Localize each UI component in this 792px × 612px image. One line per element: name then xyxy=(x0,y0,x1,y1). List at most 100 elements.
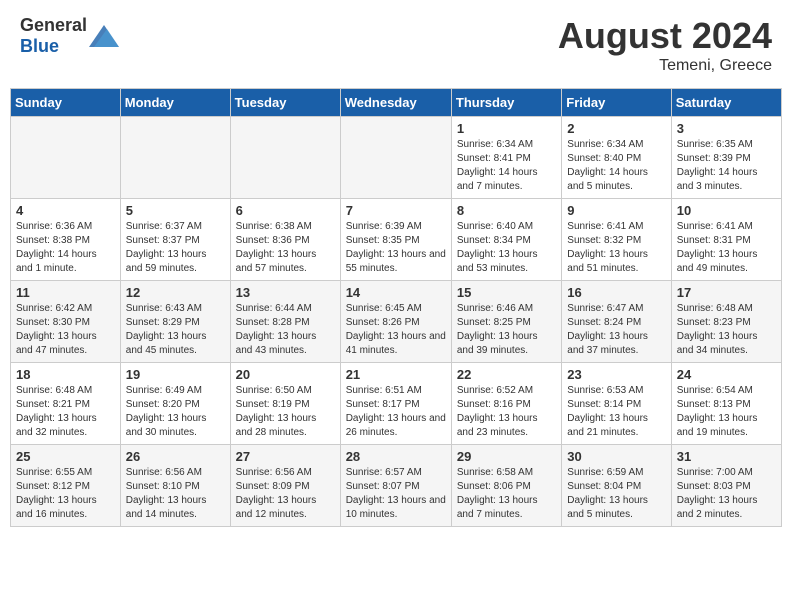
calendar-cell: 8Sunrise: 6:40 AMSunset: 8:34 PMDaylight… xyxy=(451,199,561,281)
day-number: 2 xyxy=(567,121,665,136)
day-number: 28 xyxy=(346,449,446,464)
calendar-header-thursday: Thursday xyxy=(451,89,561,117)
calendar-cell: 11 Sunrise: 6:42 AMSunset: 8:30 PMDayligh… xyxy=(11,281,121,363)
calendar-cell: 30Sunrise: 6:59 AMSunset: 8:04 PMDayligh… xyxy=(562,445,671,527)
day-number: 9 xyxy=(567,203,665,218)
calendar-cell: 24 Sunrise: 6:54 AMSunset: 8:13 PMDayligh… xyxy=(671,363,781,445)
day-number: 13 xyxy=(236,285,335,300)
calendar-cell xyxy=(120,117,230,199)
logo: General Blue xyxy=(20,15,119,57)
day-info: Sunrise: 6:52 AMSunset: 8:16 PMDaylight:… xyxy=(457,384,556,440)
calendar-body: 1 Sunrise: 6:34 AMSunset: 8:41 PMDaylight… xyxy=(11,117,782,527)
calendar-cell: 19Sunrise: 6:49 AMSunset: 8:20 PMDayligh… xyxy=(120,363,230,445)
day-number: 21 xyxy=(346,367,446,382)
day-number: 31 xyxy=(677,449,776,464)
day-info: Sunrise: 6:55 AMSunset: 8:12 PMDaylight:… xyxy=(16,466,115,522)
calendar-week-row: 1 Sunrise: 6:34 AMSunset: 8:41 PMDaylight… xyxy=(11,117,782,199)
day-info: Sunrise: 7:00 AMSunset: 8:03 PMDaylight:… xyxy=(677,466,776,522)
day-info: Sunrise: 6:56 AMSunset: 8:09 PMDaylight:… xyxy=(236,466,335,522)
day-number: 23 xyxy=(567,367,665,382)
day-number: 17 xyxy=(677,285,776,300)
day-info: Sunrise: 6:47 AMSunset: 8:24 PMDaylight:… xyxy=(567,302,665,358)
calendar-cell: 27 Sunrise: 6:56 AMSunset: 8:09 PMDayligh… xyxy=(230,445,340,527)
calendar-cell xyxy=(11,117,121,199)
day-info: Sunrise: 6:57 AMSunset: 8:07 PMDaylight:… xyxy=(346,466,446,522)
calendar-cell: 7 Sunrise: 6:39 AMSunset: 8:35 PMDaylight… xyxy=(340,199,451,281)
day-info: Sunrise: 6:35 AMSunset: 8:39 PMDaylight:… xyxy=(677,138,776,194)
page-header: General Blue August 2024 Temeni, Greece xyxy=(10,10,782,80)
day-info: Sunrise: 6:44 AMSunset: 8:28 PMDaylight:… xyxy=(236,302,335,358)
day-number: 3 xyxy=(677,121,776,136)
day-number: 20 xyxy=(236,367,335,382)
calendar-header-row: SundayMondayTuesdayWednesdayThursdayFrid… xyxy=(11,89,782,117)
day-number: 1 xyxy=(457,121,556,136)
calendar-cell: 15Sunrise: 6:46 AMSunset: 8:25 PMDayligh… xyxy=(451,281,561,363)
calendar-cell: 10 Sunrise: 6:41 AMSunset: 8:31 PMDayligh… xyxy=(671,199,781,281)
calendar-title: August 2024 xyxy=(558,15,772,57)
day-info: Sunrise: 6:50 AMSunset: 8:19 PMDaylight:… xyxy=(236,384,335,440)
calendar-header-sunday: Sunday xyxy=(11,89,121,117)
calendar-week-row: 11 Sunrise: 6:42 AMSunset: 8:30 PMDayligh… xyxy=(11,281,782,363)
day-info: Sunrise: 6:48 AMSunset: 8:23 PMDaylight:… xyxy=(677,302,776,358)
day-number: 29 xyxy=(457,449,556,464)
day-number: 7 xyxy=(346,203,446,218)
day-info: Sunrise: 6:39 AMSunset: 8:35 PMDaylight:… xyxy=(346,220,446,276)
logo-icon xyxy=(89,25,119,47)
calendar-cell: 23 Sunrise: 6:53 AMSunset: 8:14 PMDayligh… xyxy=(562,363,671,445)
calendar-cell: 9Sunrise: 6:41 AMSunset: 8:32 PMDaylight… xyxy=(562,199,671,281)
calendar-cell xyxy=(340,117,451,199)
day-number: 26 xyxy=(126,449,225,464)
calendar-cell: 14 Sunrise: 6:45 AMSunset: 8:26 PMDayligh… xyxy=(340,281,451,363)
calendar-cell: 16 Sunrise: 6:47 AMSunset: 8:24 PMDayligh… xyxy=(562,281,671,363)
calendar-cell: 5 Sunrise: 6:37 AMSunset: 8:37 PMDaylight… xyxy=(120,199,230,281)
day-info: Sunrise: 6:51 AMSunset: 8:17 PMDaylight:… xyxy=(346,384,446,440)
day-info: Sunrise: 6:54 AMSunset: 8:13 PMDaylight:… xyxy=(677,384,776,440)
day-info: Sunrise: 6:42 AMSunset: 8:30 PMDaylight:… xyxy=(16,302,115,358)
calendar-header-monday: Monday xyxy=(120,89,230,117)
calendar-cell: 22 Sunrise: 6:52 AMSunset: 8:16 PMDayligh… xyxy=(451,363,561,445)
day-info: Sunrise: 6:36 AMSunset: 8:38 PMDaylight:… xyxy=(16,220,115,276)
calendar-cell: 2 Sunrise: 6:34 AMSunset: 8:40 PMDaylight… xyxy=(562,117,671,199)
calendar-cell: 21 Sunrise: 6:51 AMSunset: 8:17 PMDayligh… xyxy=(340,363,451,445)
day-info: Sunrise: 6:53 AMSunset: 8:14 PMDaylight:… xyxy=(567,384,665,440)
calendar-cell: 1 Sunrise: 6:34 AMSunset: 8:41 PMDaylight… xyxy=(451,117,561,199)
day-info: Sunrise: 6:41 AMSunset: 8:31 PMDaylight:… xyxy=(677,220,776,276)
calendar-cell: 25Sunrise: 6:55 AMSunset: 8:12 PMDayligh… xyxy=(11,445,121,527)
day-number: 16 xyxy=(567,285,665,300)
day-number: 10 xyxy=(677,203,776,218)
calendar-cell: 31 Sunrise: 7:00 AMSunset: 8:03 PMDayligh… xyxy=(671,445,781,527)
day-info: Sunrise: 6:45 AMSunset: 8:26 PMDaylight:… xyxy=(346,302,446,358)
day-info: Sunrise: 6:56 AMSunset: 8:10 PMDaylight:… xyxy=(126,466,225,522)
calendar-cell: 18 Sunrise: 6:48 AMSunset: 8:21 PMDayligh… xyxy=(11,363,121,445)
title-block: August 2024 Temeni, Greece xyxy=(558,15,772,75)
day-number: 18 xyxy=(16,367,115,382)
day-number: 14 xyxy=(346,285,446,300)
day-number: 11 xyxy=(16,285,115,300)
calendar-cell: 3 Sunrise: 6:35 AMSunset: 8:39 PMDaylight… xyxy=(671,117,781,199)
day-number: 4 xyxy=(16,203,115,218)
day-info: Sunrise: 6:34 AMSunset: 8:40 PMDaylight:… xyxy=(567,138,665,194)
calendar-cell: 13 Sunrise: 6:44 AMSunset: 8:28 PMDayligh… xyxy=(230,281,340,363)
day-info: Sunrise: 6:37 AMSunset: 8:37 PMDaylight:… xyxy=(126,220,225,276)
day-info: Sunrise: 6:48 AMSunset: 8:21 PMDaylight:… xyxy=(16,384,115,440)
calendar-cell: 6Sunrise: 6:38 AMSunset: 8:36 PMDaylight… xyxy=(230,199,340,281)
calendar-cell: 28 Sunrise: 6:57 AMSunset: 8:07 PMDayligh… xyxy=(340,445,451,527)
day-number: 15 xyxy=(457,285,556,300)
calendar-subtitle: Temeni, Greece xyxy=(558,57,772,75)
logo-general-text: General xyxy=(20,15,87,35)
day-info: Sunrise: 6:34 AMSunset: 8:41 PMDaylight:… xyxy=(457,138,556,194)
day-info: Sunrise: 6:38 AMSunset: 8:36 PMDaylight:… xyxy=(236,220,335,276)
day-number: 27 xyxy=(236,449,335,464)
logo-blue-text: Blue xyxy=(20,36,59,56)
day-number: 30 xyxy=(567,449,665,464)
calendar-cell: 20 Sunrise: 6:50 AMSunset: 8:19 PMDayligh… xyxy=(230,363,340,445)
calendar-header-friday: Friday xyxy=(562,89,671,117)
day-number: 22 xyxy=(457,367,556,382)
day-number: 5 xyxy=(126,203,225,218)
day-number: 8 xyxy=(457,203,556,218)
day-number: 24 xyxy=(677,367,776,382)
calendar-cell: 29Sunrise: 6:58 AMSunset: 8:06 PMDayligh… xyxy=(451,445,561,527)
calendar-header-wednesday: Wednesday xyxy=(340,89,451,117)
calendar-cell: 12Sunrise: 6:43 AMSunset: 8:29 PMDayligh… xyxy=(120,281,230,363)
calendar-week-row: 25Sunrise: 6:55 AMSunset: 8:12 PMDayligh… xyxy=(11,445,782,527)
